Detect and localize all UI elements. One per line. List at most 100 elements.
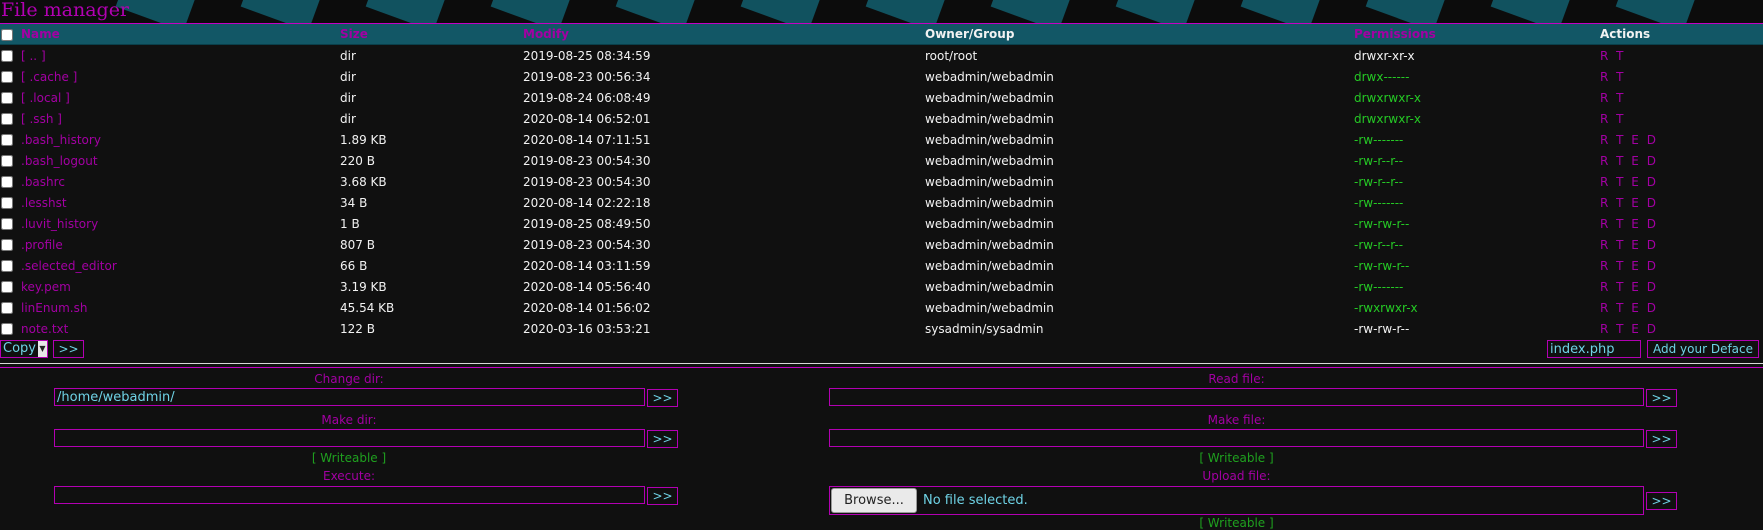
- file-size: 3.19 KB: [340, 279, 387, 294]
- file-actions[interactable]: R T: [1600, 108, 1763, 129]
- file-permissions[interactable]: -rw-r--r--: [1354, 171, 1600, 192]
- file-actions[interactable]: R T E D: [1600, 150, 1763, 171]
- file-modified: 2019-08-23 00:54:30: [523, 174, 651, 189]
- make-dir-go-button[interactable]: >>: [647, 430, 678, 448]
- table-row: .bash_logout 220 B 2019-08-23 00:54:30 weba…: [0, 150, 1763, 171]
- file-name-link[interactable]: [ .local ]: [21, 87, 340, 108]
- add-deface-button[interactable]: Add your Deface: [1647, 340, 1759, 358]
- file-name-link[interactable]: .bashrc: [21, 171, 340, 192]
- file-actions[interactable]: R T: [1600, 66, 1763, 87]
- file-name-link[interactable]: note.txt: [21, 318, 340, 339]
- file-actions[interactable]: R T E D: [1600, 297, 1763, 318]
- chevron-down-icon: ▼: [38, 341, 47, 357]
- upload-go-button[interactable]: >>: [1646, 492, 1677, 510]
- row-checkbox[interactable]: [1, 50, 13, 62]
- column-header-size[interactable]: Size: [340, 24, 523, 45]
- make-dir-input[interactable]: [54, 429, 645, 447]
- row-checkbox[interactable]: [1, 323, 13, 335]
- file-permissions[interactable]: drwx------: [1354, 66, 1600, 87]
- file-modified: 2020-08-14 02:22:18: [523, 195, 651, 210]
- file-name-link[interactable]: .luvit_history: [21, 213, 340, 234]
- table-row: .bashrc 3.68 KB 2019-08-23 00:54:30 webadmi…: [0, 171, 1763, 192]
- file-permissions[interactable]: -rw-r--r--: [1354, 150, 1600, 171]
- execute-go-button[interactable]: >>: [647, 487, 678, 505]
- row-checkbox-cell: [0, 213, 21, 234]
- row-checkbox[interactable]: [1, 281, 13, 293]
- file-name-link[interactable]: .lesshst: [21, 192, 340, 213]
- row-checkbox[interactable]: [1, 197, 13, 209]
- row-checkbox[interactable]: [1, 302, 13, 314]
- row-checkbox-cell: [0, 234, 21, 255]
- file-actions[interactable]: R T E D: [1600, 129, 1763, 150]
- row-checkbox[interactable]: [1, 71, 13, 83]
- bulk-action-select[interactable]: Copy ▼: [0, 340, 48, 358]
- banner-stripe: [490, 0, 572, 23]
- bulk-action-go-button[interactable]: >>: [53, 340, 84, 358]
- file-permissions[interactable]: -rw-rw-r--: [1354, 213, 1600, 234]
- file-name-link[interactable]: key.pem: [21, 276, 340, 297]
- column-header-modify[interactable]: Modify: [523, 24, 925, 45]
- file-permissions[interactable]: -rw-------: [1354, 276, 1600, 297]
- file-permissions[interactable]: -rw-------: [1354, 192, 1600, 213]
- change-dir-input[interactable]: [54, 388, 645, 406]
- row-checkbox-cell: [0, 255, 21, 276]
- bulk-action-select-value: Copy: [3, 341, 36, 356]
- file-name-link[interactable]: [ .ssh ]: [21, 108, 340, 129]
- file-actions[interactable]: R T E D: [1600, 171, 1763, 192]
- read-file-input[interactable]: [829, 388, 1644, 406]
- file-permissions[interactable]: -rw-r--r--: [1354, 234, 1600, 255]
- file-name-link[interactable]: [ .. ]: [21, 45, 340, 67]
- file-permissions[interactable]: -rw-rw-r--: [1354, 318, 1600, 339]
- file-actions[interactable]: R T E D: [1600, 234, 1763, 255]
- change-dir-go-button[interactable]: >>: [647, 389, 678, 407]
- file-permissions[interactable]: drwxrwxr-x: [1354, 108, 1600, 129]
- select-all-cell: [0, 24, 21, 45]
- file-actions[interactable]: R T E D: [1600, 192, 1763, 213]
- file-modified: 2019-08-25 08:49:50: [523, 216, 651, 231]
- file-actions[interactable]: R T: [1600, 87, 1763, 108]
- file-actions[interactable]: R T E D: [1600, 276, 1763, 297]
- execute-input[interactable]: [54, 486, 645, 504]
- file-name-link[interactable]: linEnum.sh: [21, 297, 340, 318]
- file-size: 807 B: [340, 237, 375, 252]
- row-checkbox[interactable]: [1, 155, 13, 167]
- file-modified: 2020-08-14 01:56:02: [523, 300, 651, 315]
- row-checkbox-cell: [0, 150, 21, 171]
- file-owner: webadmin/webadmin: [925, 216, 1054, 231]
- select-all-checkbox[interactable]: [1, 28, 13, 41]
- row-checkbox[interactable]: [1, 176, 13, 188]
- file-permissions[interactable]: -rw-rw-r--: [1354, 255, 1600, 276]
- row-checkbox[interactable]: [1, 218, 13, 230]
- upload-writeable-status: [ Writeable ]: [1199, 516, 1274, 530]
- file-name-link[interactable]: .bash_history: [21, 129, 340, 150]
- row-checkbox[interactable]: [1, 260, 13, 272]
- file-actions[interactable]: R T: [1600, 45, 1763, 67]
- file-name-link[interactable]: .selected_editor: [21, 255, 340, 276]
- row-checkbox[interactable]: [1, 113, 13, 125]
- file-permissions[interactable]: drwxrwxr-x: [1354, 87, 1600, 108]
- row-checkbox[interactable]: [1, 134, 13, 146]
- row-checkbox[interactable]: [1, 239, 13, 251]
- banner-stripe: [1240, 0, 1322, 23]
- file-owner: webadmin/webadmin: [925, 279, 1054, 294]
- make-file-go-button[interactable]: >>: [1646, 430, 1677, 448]
- browse-button[interactable]: Browse...: [831, 488, 917, 513]
- file-actions[interactable]: R T E D: [1600, 255, 1763, 276]
- file-owner: webadmin/webadmin: [925, 195, 1054, 210]
- column-header-name[interactable]: Name: [21, 24, 340, 45]
- read-file-go-button[interactable]: >>: [1646, 389, 1677, 407]
- file-name-link[interactable]: .profile: [21, 234, 340, 255]
- file-name-link[interactable]: .bash_logout: [21, 150, 340, 171]
- file-permissions[interactable]: -rw-------: [1354, 129, 1600, 150]
- make-file-input[interactable]: [829, 429, 1644, 447]
- column-header-permissions[interactable]: Permissions: [1354, 24, 1600, 45]
- deface-filename-input[interactable]: [1547, 340, 1641, 358]
- file-actions[interactable]: R T E D: [1600, 213, 1763, 234]
- file-name-link[interactable]: [ .cache ]: [21, 66, 340, 87]
- banner-stripe: [1615, 0, 1697, 23]
- row-checkbox[interactable]: [1, 92, 13, 104]
- file-actions[interactable]: R T E D: [1600, 318, 1763, 339]
- file-permissions[interactable]: -rwxrwxr-x: [1354, 297, 1600, 318]
- banner-stripe: [740, 0, 822, 23]
- file-permissions[interactable]: drwxr-xr-x: [1354, 45, 1600, 67]
